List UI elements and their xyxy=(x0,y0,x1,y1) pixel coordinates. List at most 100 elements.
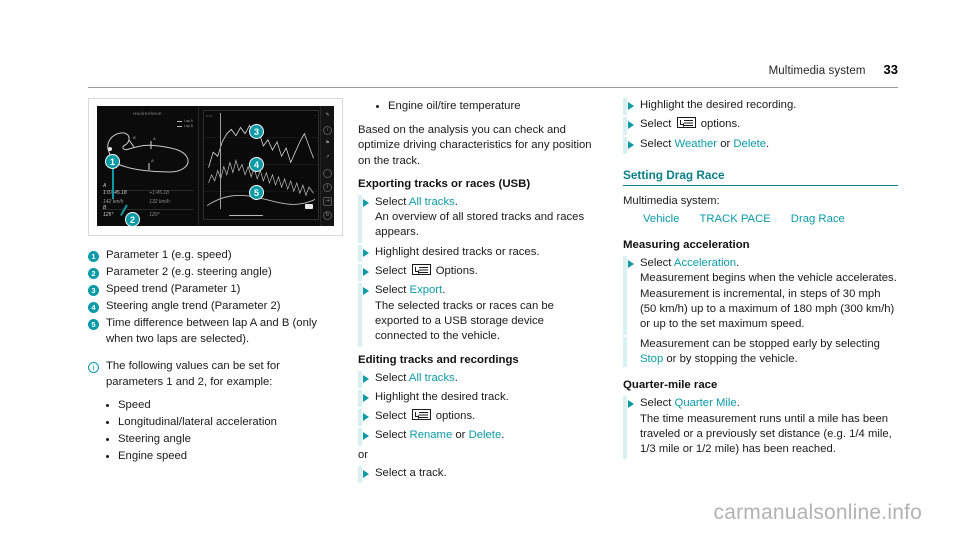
legend-item: 1 Parameter 1 (e.g. speed) xyxy=(88,248,330,264)
heading-measuring-acceleration: Measuring acceleration xyxy=(623,239,750,252)
bullet-label: Engine speed xyxy=(118,450,188,462)
refresh-icon[interactable]: ↻ xyxy=(323,211,332,221)
step-text: Select All tracks. An overview of all st… xyxy=(375,195,595,241)
heading-quarter-mile-race: Quarter-mile race xyxy=(623,379,718,392)
flag-icon[interactable]: ⚑ xyxy=(323,140,332,149)
bullet-dot-icon xyxy=(376,105,379,108)
bullet-dot-icon xyxy=(106,455,109,458)
step-detail: Measurement begins when the vehicle acce… xyxy=(640,272,897,331)
bullet-dot-icon xyxy=(106,404,109,407)
bullet-dot-icon xyxy=(106,438,109,441)
page-header: Multimedia system 33 xyxy=(88,62,898,77)
menu-link-all-tracks[interactable]: All tracks xyxy=(409,196,455,208)
step-punct: . xyxy=(442,284,446,297)
menu-link-delete[interactable]: Delete xyxy=(469,429,502,441)
lap-delta-value: +1:45.18 xyxy=(149,190,169,196)
options-icon xyxy=(411,264,431,276)
bullet-item: Longitudinal/lateral acceleration xyxy=(106,414,330,431)
menu-link-weather[interactable]: Weather xyxy=(675,138,718,150)
info-note-text: The following values can be set for para… xyxy=(106,360,280,388)
menu-link-acceleration[interactable]: Acceleration xyxy=(674,257,736,269)
callout-badge-1: 1 xyxy=(105,154,120,169)
quarter-mile-steps: Select Quarter Mile. The time measuremen… xyxy=(623,396,898,460)
graph-scrollbar[interactable] xyxy=(229,214,264,216)
back-icon[interactable]: ‹ xyxy=(323,125,332,135)
menu-path-item-drag-race[interactable]: Drag Race xyxy=(791,211,845,227)
callout-badge-5: 5 xyxy=(249,185,264,200)
chart-icon[interactable]: ↗ xyxy=(323,154,332,163)
analysis-intro-paragraph: Based on the analysis you can check and … xyxy=(358,124,592,167)
graph-cursor xyxy=(219,113,221,209)
continued-bullet-list: Engine oil/tire temperature xyxy=(376,98,595,115)
step-item: Select a track. xyxy=(358,466,595,484)
figure-track-pace-screen: Hockenheim Lap A Lap B B A A 1:07.45.18 … xyxy=(88,98,343,236)
step-item: Select Weather or Delete. xyxy=(623,136,898,155)
step-item: Select Quarter Mile. The time measuremen… xyxy=(623,396,898,460)
menu-path-item-vehicle[interactable]: Vehicle xyxy=(643,211,679,227)
step-arrow-icon xyxy=(628,102,634,110)
step-verb: Select xyxy=(375,284,407,297)
heading-editing: Editing tracks and recordings xyxy=(358,353,519,366)
legend-item-label: Parameter 2 (e.g. steering angle) xyxy=(106,266,272,278)
page-number: 33 xyxy=(883,62,898,77)
legend-item: 3 Speed trend (Parameter 1) xyxy=(88,282,330,298)
record-icon[interactable] xyxy=(323,168,332,178)
pencil-icon[interactable]: ✎ xyxy=(323,112,332,121)
data-divider-2 xyxy=(102,209,193,210)
step-object: options. xyxy=(435,410,476,423)
legend-number-badge: 3 xyxy=(88,284,99,296)
leader-1 xyxy=(112,169,114,199)
bullet-label: Steering angle xyxy=(118,433,191,445)
svg-text:A: A xyxy=(152,136,156,141)
step-item: Select All tracks. An overview of all st… xyxy=(358,194,595,243)
step-object: Options. xyxy=(435,265,478,278)
step-punct: . xyxy=(736,397,740,410)
bullet-item: Engine speed xyxy=(106,448,330,465)
step-conjunction: or xyxy=(455,429,466,442)
info-screen-icon[interactable]: i xyxy=(323,182,332,192)
menu-link-delete[interactable]: Delete xyxy=(733,138,766,150)
step-detail: The time measurement runs until a mile h… xyxy=(640,412,892,456)
bullet-label: Longitudinal/lateral acceleration xyxy=(118,416,277,428)
heading-exporting: Exporting tracks or races (USB) xyxy=(358,177,531,190)
step-arrow-icon xyxy=(363,470,369,479)
track-outline-icon: B A A xyxy=(107,132,189,173)
menu-link-stop[interactable]: Stop xyxy=(640,353,663,365)
bullet-label: Speed xyxy=(118,399,151,411)
step-verb: Select xyxy=(375,429,407,442)
legend-item-label: Parameter 1 (e.g. speed) xyxy=(106,249,232,261)
step-arrow-icon xyxy=(363,393,369,402)
bullet-item: Steering angle xyxy=(106,431,330,448)
step-detail: An overview of all stored tracks and rac… xyxy=(375,211,585,239)
menu-path-item-track-pace[interactable]: TRACK PACE xyxy=(699,211,770,227)
step-item: Select All tracks. xyxy=(358,370,595,389)
step-item: Select Export. The selected tracks or ra… xyxy=(358,283,595,347)
exit-icon[interactable]: ⇥ xyxy=(323,197,332,207)
screen-toolbar: ✎ ‹ ⚑ ↗ i ⇥ ↻ xyxy=(320,106,334,226)
legend-item-label: Steering angle trend (Parameter 2) xyxy=(106,300,281,312)
bullet-item: Speed xyxy=(106,397,330,414)
legend-item: 4 Steering angle trend (Parameter 2) xyxy=(88,299,330,315)
step-text: Select Options. xyxy=(375,264,595,279)
menu-link-export[interactable]: Export xyxy=(410,284,443,296)
legend-number-badge: 4 xyxy=(88,301,99,313)
bullet-item: Engine oil/tire temperature xyxy=(376,98,595,115)
axis-top-right-label: ° xyxy=(314,114,316,118)
column-left: Hockenheim Lap A Lap B B A A 1:07.45.18 … xyxy=(88,98,358,498)
content-columns: Hockenheim Lap A Lap B B A A 1:07.45.18 … xyxy=(88,98,898,498)
step-text: Select Weather or Delete. xyxy=(640,137,898,152)
measuring-note-post: or by stopping the vehicle. xyxy=(666,352,798,365)
step-detail: The selected tracks or races can be expo… xyxy=(375,299,554,343)
menu-link-quarter-mile[interactable]: Quarter Mile xyxy=(675,397,737,409)
step-text: Highlight the desired track. xyxy=(375,390,509,403)
menu-link-rename[interactable]: Rename xyxy=(410,429,453,441)
graph-panel: km/h ° ✎ ‹ ⚑ ↗ i ⇥ ↻ xyxy=(198,106,334,226)
step-arrow-icon xyxy=(628,140,634,149)
callout-badge-3: 3 xyxy=(249,124,264,139)
step-arrow-icon xyxy=(363,248,369,257)
measuring-steps: Select Acceleration. Measurement begins … xyxy=(623,256,898,367)
menu-link-all-tracks[interactable]: All tracks xyxy=(409,372,455,384)
info-icon: i xyxy=(88,361,99,373)
step-verb: Select xyxy=(375,371,407,384)
step-punct: . xyxy=(736,257,740,270)
